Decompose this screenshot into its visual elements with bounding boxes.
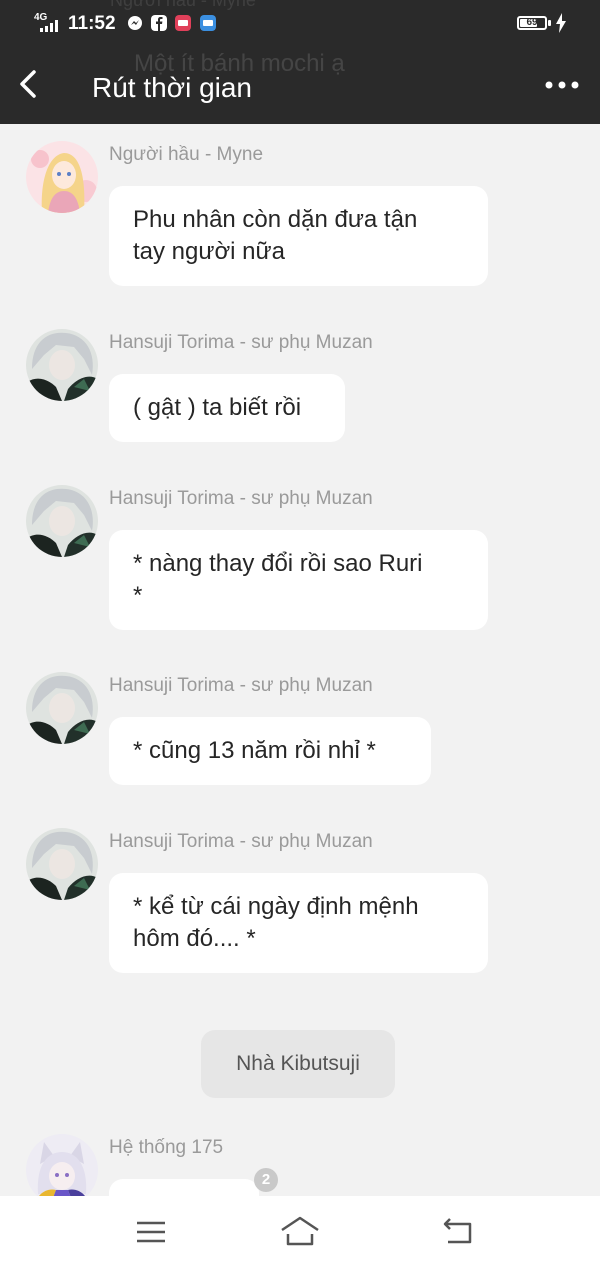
noveltoon-icon <box>200 15 216 31</box>
message-line: * <box>133 582 143 609</box>
app-header: Người hầu - Myne Một ít bánh mochi ạ 4G … <box>0 0 600 124</box>
facebook-icon <box>151 15 167 31</box>
scene-label: Nhà Kibutsuji <box>201 1030 395 1098</box>
charging-icon <box>556 13 566 33</box>
back-arrow-icon[interactable] <box>14 66 46 102</box>
sender-name: Hansuji Torima - sư phụ Muzan <box>109 675 373 696</box>
message-bubble[interactable]: Phu nhân còn dặn đưa tận tay người nữa <box>109 186 488 286</box>
message-line: * cũng 13 năm rồi nhỉ * <box>133 737 376 764</box>
mangatoon-icon <box>175 15 191 31</box>
sender-name: Hệ thống 175 <box>109 1137 224 1158</box>
message-line: * kể từ cái ngày định mệnh <box>133 893 419 920</box>
avatar-system[interactable] <box>26 1134 98 1196</box>
avatar-myne[interactable] <box>26 141 98 213</box>
battery-level: 69 <box>526 17 538 28</box>
status-time: 11:52 <box>68 13 116 34</box>
more-options-icon[interactable] <box>544 80 580 90</box>
sender-name: Hansuji Torima - sư phụ Muzan <box>109 332 373 353</box>
sender-name: Hansuji Torima - sư phụ Muzan <box>109 488 373 509</box>
message-line: hôm đó.... * <box>133 925 256 952</box>
page-title: Rút thời gian <box>92 72 253 103</box>
unread-badge: 2 <box>254 1168 278 1192</box>
message-line: ( gật ) ta biết rồi <box>133 394 302 421</box>
avatar-hansuji[interactable] <box>26 485 98 557</box>
status-bar: 4G 11:52 69 <box>0 0 600 48</box>
avatar-hansuji[interactable] <box>26 828 98 900</box>
back-icon[interactable] <box>438 1214 478 1248</box>
battery-icon: 69 <box>517 16 547 30</box>
messenger-icon <box>128 16 142 30</box>
message-bubble[interactable]: * kể từ cái ngày định mệnh hôm đó.... * <box>109 873 488 973</box>
message-bubble[interactable]: * nàng thay đổi rồi sao Ruri * <box>109 530 488 630</box>
message-line: Phu nhân còn dặn đưa tận <box>133 206 418 233</box>
signal-icon <box>40 20 58 32</box>
battery-tip <box>548 20 551 26</box>
message-bubble[interactable]: * cũng 13 năm rồi nhỉ * <box>109 717 431 785</box>
message-line: * nàng thay đổi rồi sao Ruri <box>133 550 423 577</box>
chat-area[interactable]: Người hầu - Myne Phu nhân còn dặn đưa tậ… <box>0 124 600 1196</box>
system-nav-bar <box>0 1196 600 1267</box>
home-icon[interactable] <box>280 1214 320 1248</box>
message-bubble[interactable]: ( gật ) ta biết rồi <box>109 374 345 442</box>
avatar-hansuji[interactable] <box>26 329 98 401</box>
menu-icon[interactable] <box>131 1214 171 1248</box>
sender-name: Hansuji Torima - sư phụ Muzan <box>109 831 373 852</box>
sender-name: Người hầu - Myne <box>109 144 264 165</box>
avatar-hansuji[interactable] <box>26 672 98 744</box>
message-bubble[interactable] <box>109 1179 259 1196</box>
message-line: tay người nữa <box>133 238 285 265</box>
